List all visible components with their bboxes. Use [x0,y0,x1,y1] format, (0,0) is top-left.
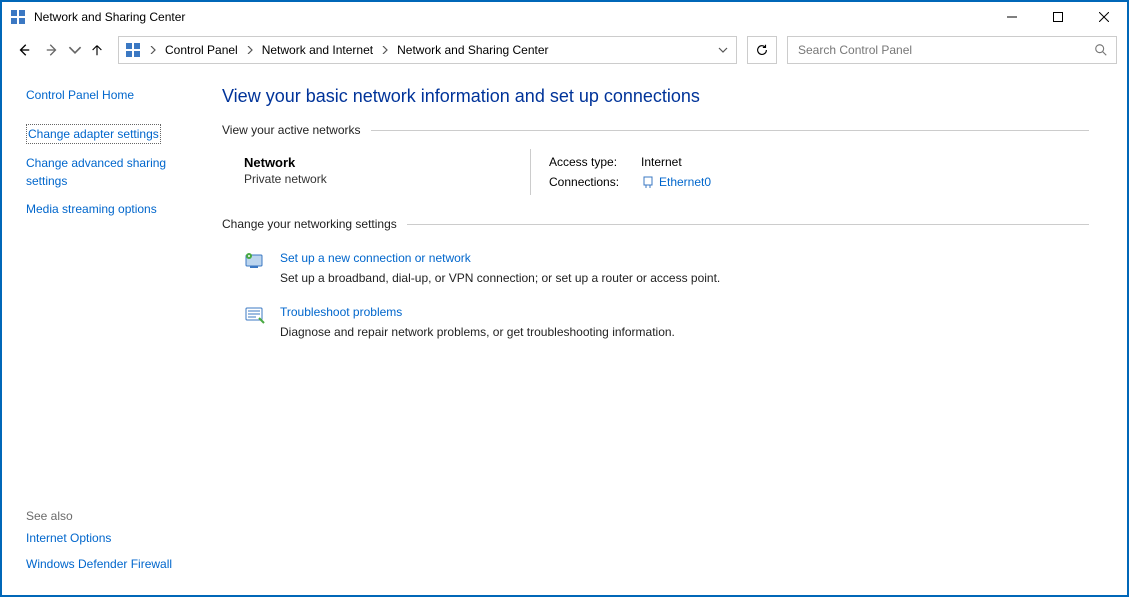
minimize-button[interactable] [989,2,1035,32]
up-button[interactable] [86,38,108,62]
search-box[interactable] [787,36,1117,64]
network-sharing-icon [10,9,26,25]
control-panel-home-link[interactable]: Control Panel Home [26,86,198,104]
divider [371,130,1089,131]
breadcrumb-network-sharing[interactable]: Network and Sharing Center [393,37,552,63]
main-panel: View your basic network information and … [212,68,1127,595]
see-also-firewall[interactable]: Windows Defender Firewall [26,555,198,573]
breadcrumb-network-internet[interactable]: Network and Internet [258,37,377,63]
sidebar-item-advanced-sharing[interactable]: Change advanced sharing settings [26,154,198,190]
back-button[interactable] [12,38,36,62]
setup-connection-icon [244,251,268,271]
sidebar-label: Change adapter settings [26,124,161,144]
change-settings-heading: Change your networking settings [222,217,1089,231]
active-networks-heading: View your active networks [222,123,1089,137]
chevron-right-icon[interactable] [145,37,161,63]
connection-link[interactable]: Ethernet0 [659,173,711,191]
access-type-value: Internet [641,155,682,169]
network-type: Private network [244,172,530,186]
ethernet-icon [641,175,655,189]
address-dropdown[interactable] [714,37,732,63]
titlebar: Network and Sharing Center [2,2,1127,32]
address-bar[interactable]: Control Panel Network and Internet Netwo… [118,36,737,64]
see-also-heading: See also [26,509,198,523]
close-button[interactable] [1081,2,1127,32]
chevron-right-icon[interactable] [377,37,393,63]
chevron-right-icon[interactable] [242,37,258,63]
active-networks: Network Private network Access type: Int… [222,145,1089,213]
sidebar-label: Media streaming options [26,202,157,216]
breadcrumb-control-panel[interactable]: Control Panel [161,37,242,63]
network-name: Network [244,155,530,170]
divider [407,224,1089,225]
sidebar-item-adapter[interactable]: Change adapter settings [26,124,198,144]
search-icon [1094,43,1108,57]
sidebar-item-media-streaming[interactable]: Media streaming options [26,200,198,218]
troubleshoot-desc: Diagnose and repair network problems, or… [280,325,675,339]
vertical-divider [530,149,531,195]
access-type-label: Access type: [549,155,641,169]
recent-locations-dropdown[interactable] [68,38,82,62]
section-label-text: Change your networking settings [222,217,397,231]
see-also-internet-options[interactable]: Internet Options [26,529,198,547]
maximize-button[interactable] [1035,2,1081,32]
setup-connection-desc: Set up a broadband, dial-up, or VPN conn… [280,271,720,285]
refresh-button[interactable] [747,36,777,64]
setup-connection-link[interactable]: Set up a new connection or network [280,249,471,267]
troubleshoot-icon [244,305,268,325]
troubleshoot-item: Troubleshoot problems Diagnose and repai… [244,303,1089,339]
section-label-text: View your active networks [222,123,361,137]
setup-connection-item: Set up a new connection or network Set u… [244,249,1089,285]
search-input[interactable] [796,42,1094,58]
troubleshoot-link[interactable]: Troubleshoot problems [280,303,402,321]
sidebar-label: Change advanced sharing settings [26,156,166,188]
page-heading: View your basic network information and … [222,86,1089,107]
forward-button[interactable] [40,38,64,62]
network-sharing-icon [125,42,141,58]
connections-label: Connections: [549,175,641,189]
sidebar: Control Panel Home Change adapter settin… [2,68,212,595]
window-title: Network and Sharing Center [34,10,185,24]
navbar: Control Panel Network and Internet Netwo… [2,32,1127,68]
